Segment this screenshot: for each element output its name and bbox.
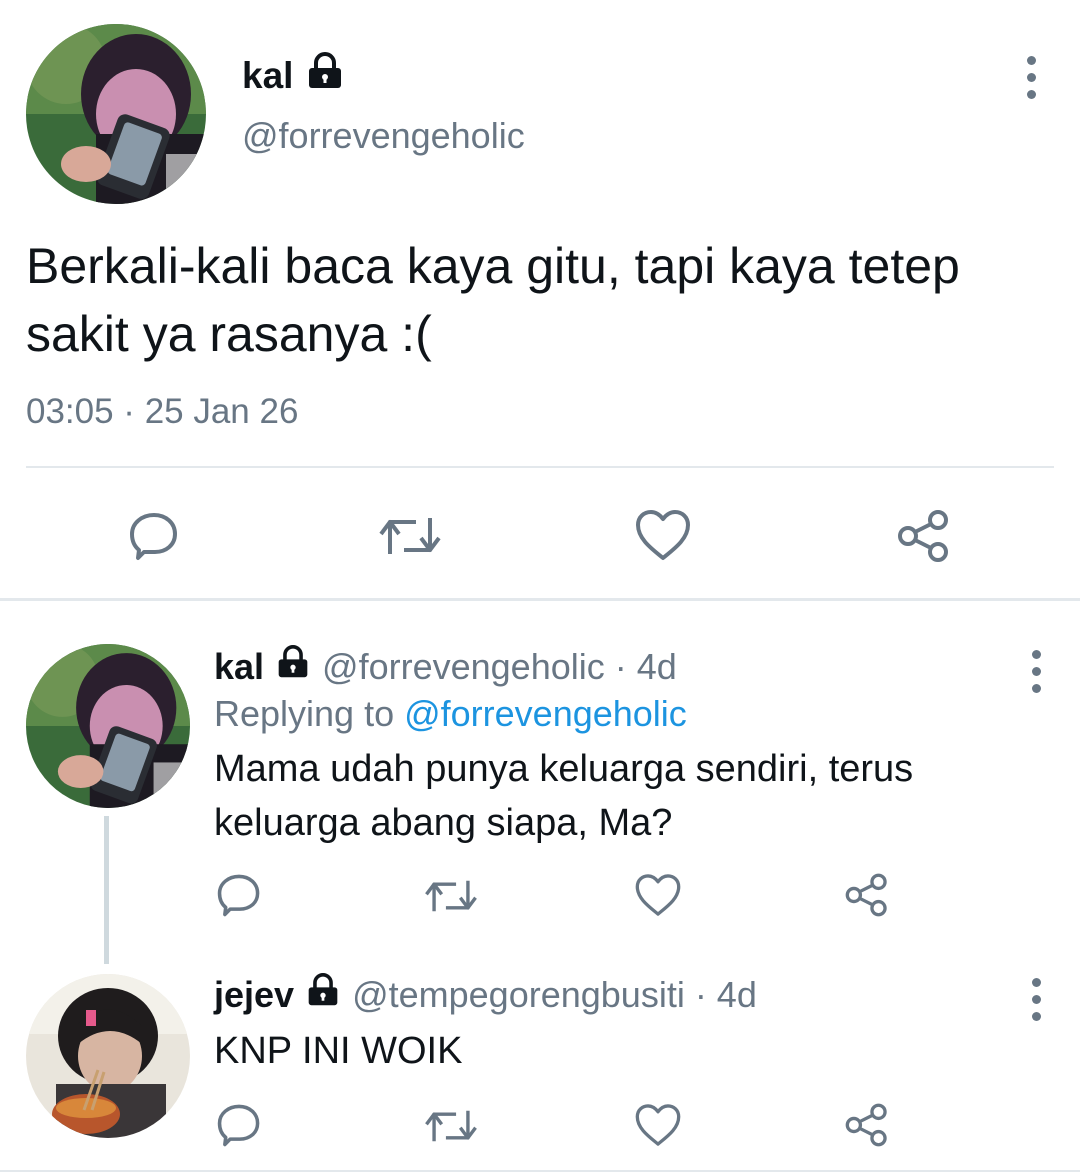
retweet-icon[interactable] bbox=[422, 1104, 480, 1148]
avatar[interactable] bbox=[26, 24, 206, 204]
reply-text-line: Mama udah punya keluarga sendiri, terus bbox=[214, 748, 914, 790]
reply-text: Mama udah punya keluarga sendiri, terus … bbox=[214, 742, 913, 850]
reply-header[interactable]: jejev @tempegorengbusiti · 4d bbox=[214, 973, 757, 1017]
more-options-icon[interactable] bbox=[1026, 650, 1046, 693]
retweet-icon[interactable] bbox=[422, 874, 480, 918]
tweet-text-line: Berkali-kali baca kaya gitu, tapi kaya t… bbox=[26, 238, 960, 294]
retweet-icon[interactable] bbox=[376, 510, 444, 562]
avatar[interactable] bbox=[26, 974, 190, 1138]
reply-header[interactable]: kal @forrevengeholic · 4d bbox=[214, 645, 677, 689]
display-name[interactable]: jejev bbox=[214, 973, 294, 1017]
section-divider bbox=[0, 598, 1080, 601]
divider bbox=[0, 1170, 1080, 1172]
handle[interactable]: @forrevengeholic bbox=[242, 114, 525, 158]
handle-time[interactable]: @forrevengeholic · 4d bbox=[322, 645, 677, 689]
lock-icon bbox=[307, 52, 343, 100]
mention-link[interactable]: @forrevengeholic bbox=[404, 693, 687, 734]
share-icon[interactable] bbox=[896, 508, 952, 564]
more-options-icon[interactable] bbox=[1021, 56, 1041, 99]
divider bbox=[26, 466, 1054, 468]
avatar[interactable] bbox=[26, 644, 190, 808]
reply-icon[interactable] bbox=[128, 510, 180, 562]
reply-icon[interactable] bbox=[216, 1102, 262, 1148]
replying-to: Replying to @forrevengeholic bbox=[214, 692, 687, 736]
handle-time[interactable]: @tempegorengbusiti · 4d bbox=[352, 973, 757, 1017]
timestamp[interactable]: 03:05 · 25 Jan 26 bbox=[26, 390, 298, 434]
reply-text-line: keluarga abang siapa, Ma? bbox=[214, 802, 673, 844]
display-name-text: kal bbox=[242, 55, 294, 96]
share-icon[interactable] bbox=[844, 1102, 890, 1148]
replying-to-label: Replying to bbox=[214, 693, 405, 734]
like-icon[interactable] bbox=[634, 872, 682, 918]
tweet-text-line: sakit ya rasanya :( bbox=[26, 306, 432, 362]
lock-icon bbox=[276, 645, 310, 689]
display-name[interactable]: kal bbox=[214, 645, 264, 689]
tweet-text: Berkali-kali baca kaya gitu, tapi kaya t… bbox=[26, 232, 1056, 368]
lock-icon bbox=[306, 973, 340, 1017]
reply-text-line: KNP INI WOIK bbox=[214, 1030, 463, 1072]
like-icon[interactable] bbox=[634, 1102, 682, 1148]
reply-text: KNP INI WOIK bbox=[214, 1024, 462, 1078]
reply-icon[interactable] bbox=[216, 872, 262, 918]
more-options-icon[interactable] bbox=[1026, 978, 1046, 1021]
like-icon[interactable] bbox=[634, 508, 692, 562]
thread-line bbox=[104, 816, 109, 964]
share-icon[interactable] bbox=[844, 872, 890, 918]
display-name[interactable]: kal bbox=[242, 52, 343, 100]
